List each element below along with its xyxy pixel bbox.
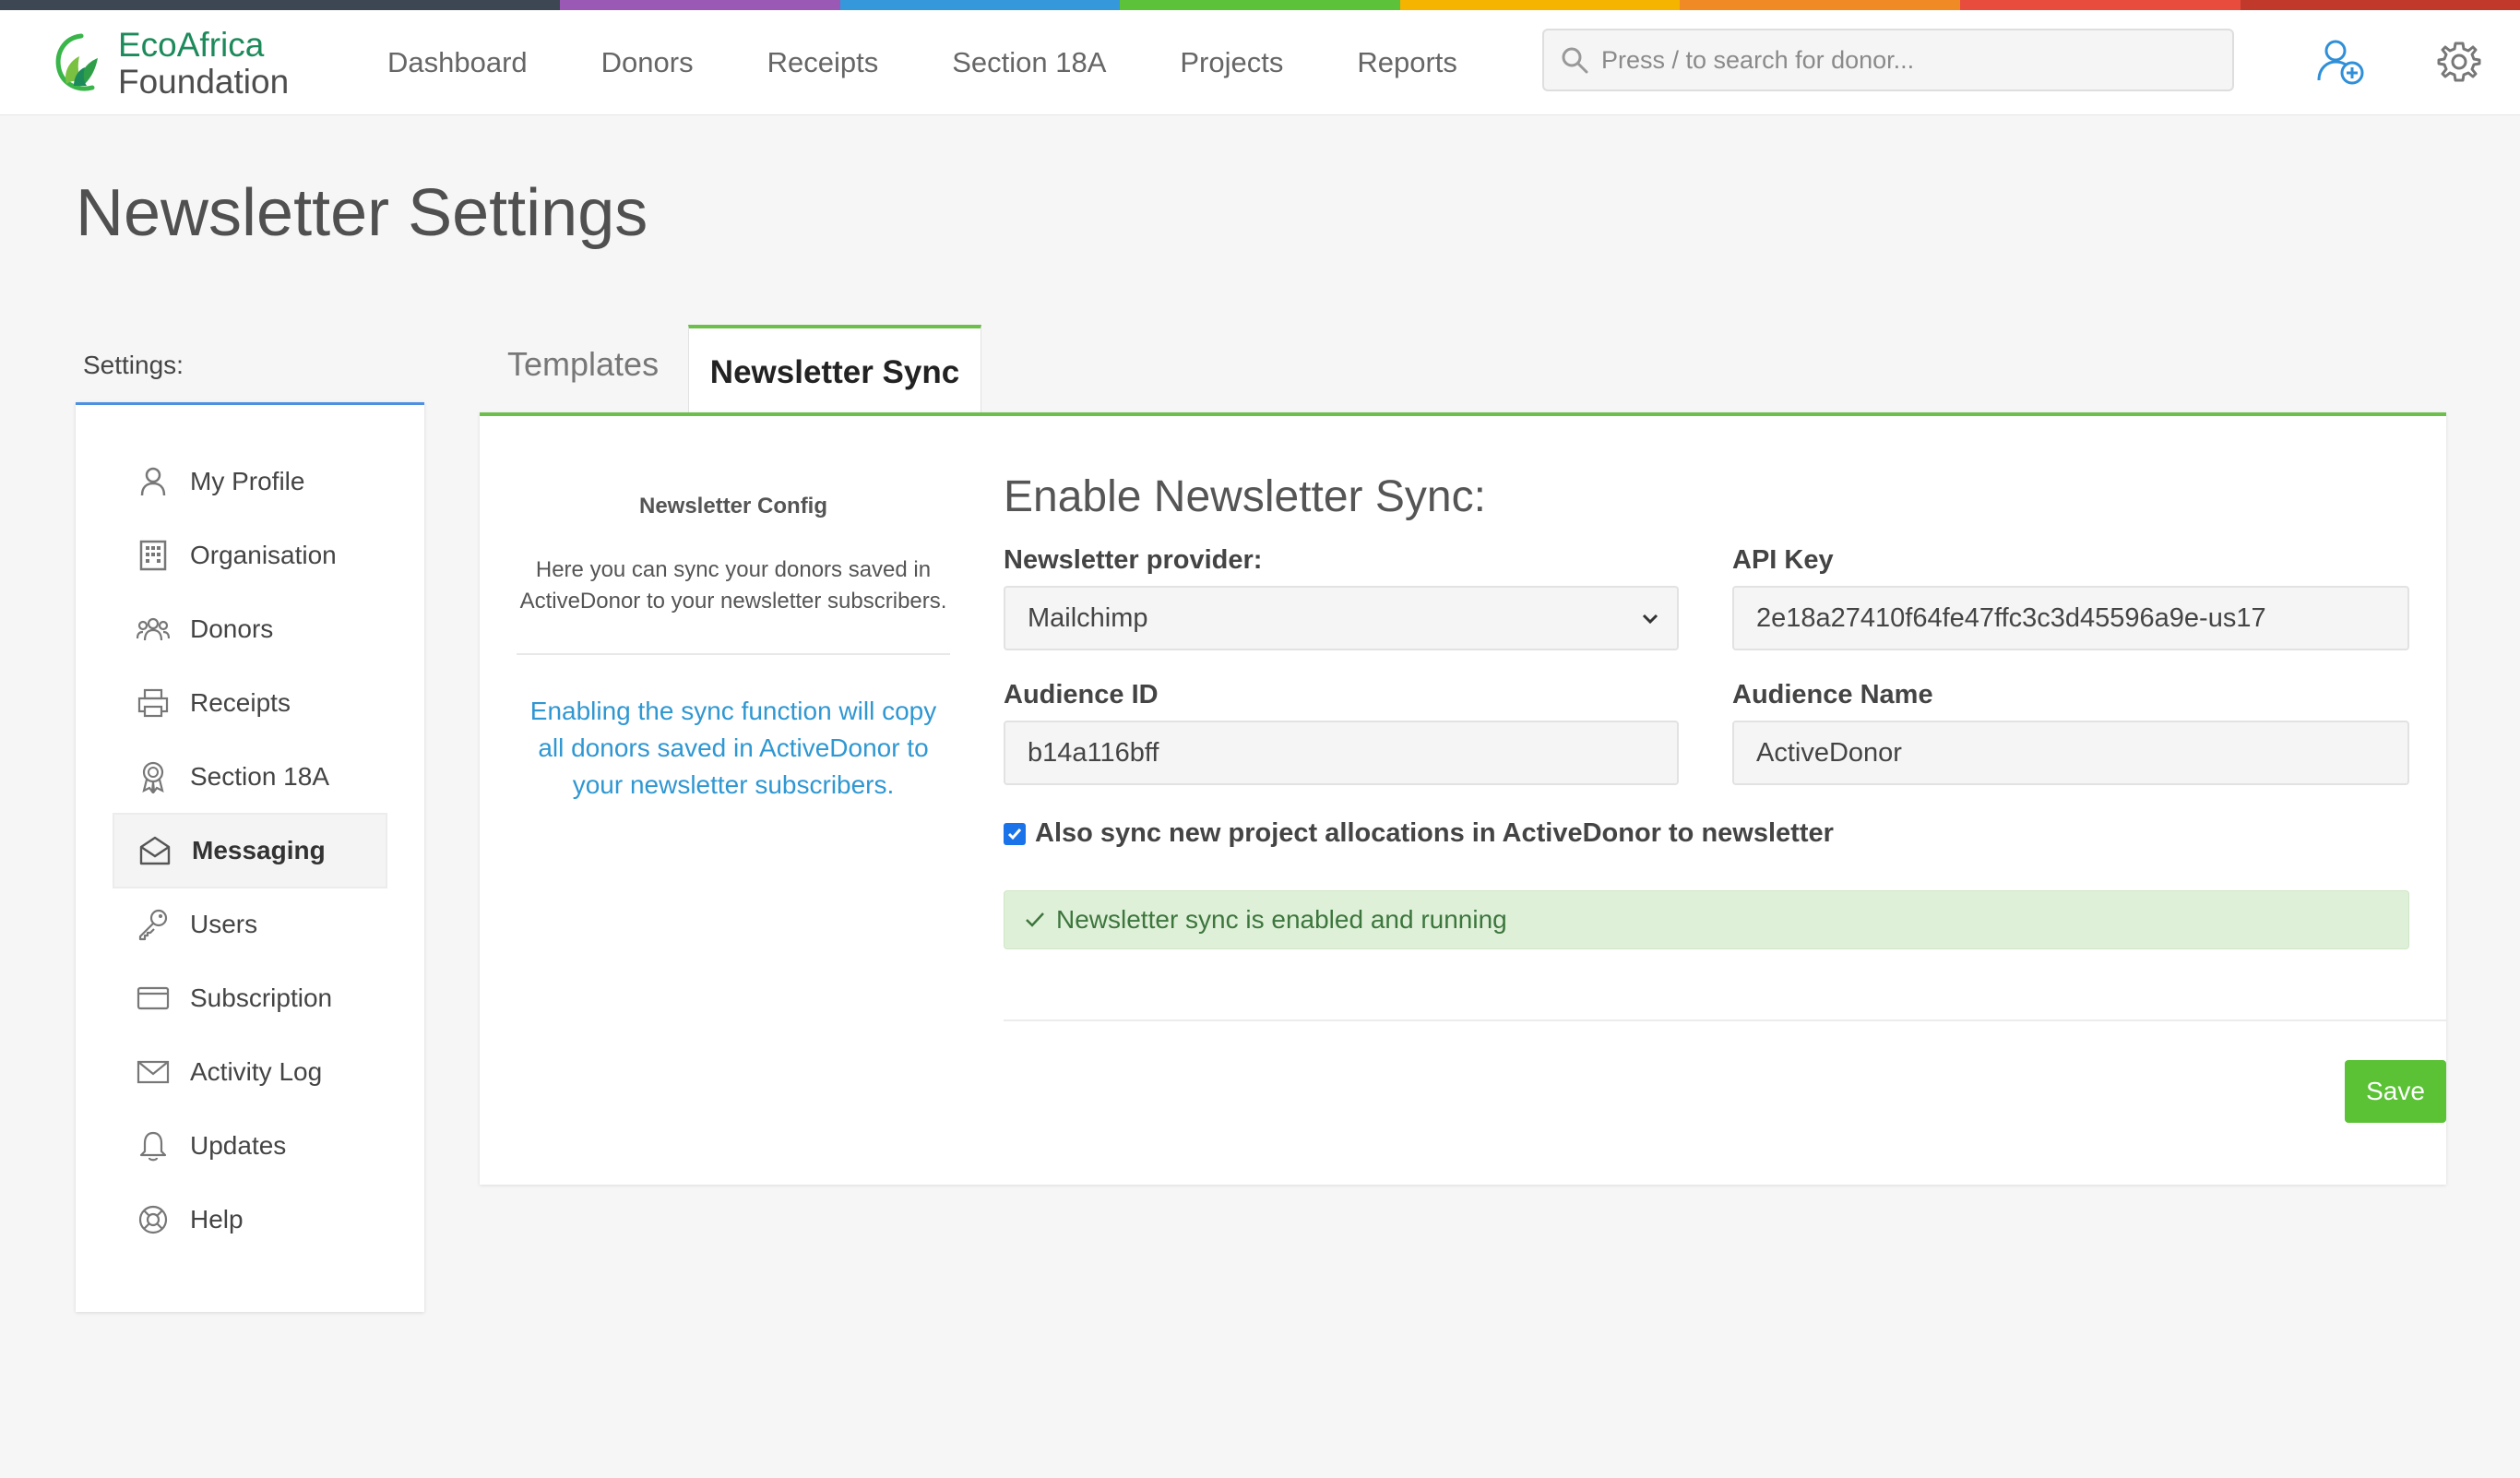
config-note: Enabling the sync function will copy all… [529, 697, 937, 799]
brand-logo[interactable]: EcoAfrica Foundation [46, 27, 289, 101]
sidebar-item-activity-log[interactable]: Activity Log [113, 1034, 387, 1110]
nav-receipts[interactable]: Receipts [767, 46, 879, 79]
top-color-bar [0, 0, 2520, 10]
sidebar-item-help[interactable]: Help [113, 1182, 387, 1257]
config-divider [517, 653, 950, 655]
audience-name-field[interactable]: ActiveDonor [1732, 721, 2409, 785]
sync-status-text: Newsletter sync is enabled and running [1056, 905, 1507, 934]
chevron-down-icon [1642, 614, 1658, 625]
sidebar-item-organisation[interactable]: Organisation [113, 518, 387, 593]
tab-newsletter-sync[interactable]: Newsletter Sync [688, 325, 981, 417]
form-divider [1004, 1019, 2446, 1021]
api-key-value: 2e18a27410f64fe47ffc3c3d45596a9e-us17 [1756, 602, 2266, 633]
api-key-field[interactable]: 2e18a27410f64fe47ffc3c3d45596a9e-us17 [1732, 586, 2409, 650]
sidebar-item-label: Subscription [190, 983, 333, 1012]
newsletter-sync-panel: Newsletter Config Here you can sync your… [480, 412, 2446, 1185]
brand-name-line2: Foundation [118, 63, 290, 101]
key-icon [138, 909, 168, 941]
page-title: Newsletter Settings [76, 176, 648, 250]
checkmark-icon [1007, 828, 1022, 840]
audience-name-label: Audience Name [1732, 680, 1933, 709]
sidebar-item-label: Updates [190, 1131, 287, 1160]
credit-card-icon [137, 986, 170, 1010]
api-key-label: API Key [1732, 545, 1834, 575]
envelope-icon [137, 1060, 170, 1084]
config-title: Newsletter Config [638, 494, 828, 518]
add-user-icon[interactable] [2315, 36, 2367, 88]
users-group-icon [137, 617, 170, 641]
sidebar-item-label: Users [190, 910, 258, 938]
provider-label: Newsletter provider: [1004, 545, 1263, 575]
sidebar-item-donors[interactable]: Donors [113, 591, 387, 667]
donor-search[interactable] [1542, 29, 2234, 91]
bell-icon [139, 1131, 167, 1162]
settings-label: Settings: [83, 351, 184, 379]
search-icon [1562, 47, 1588, 74]
settings-sidebar: My Profile Organisation Donors Receipts … [76, 402, 424, 1312]
form-title: Enable Newsletter Sync: [1004, 472, 1486, 521]
audience-id-field[interactable]: b14a116bff [1004, 721, 1679, 785]
main-nav: Dashboard Donors Receipts Section 18A Pr… [387, 10, 1531, 115]
brand-name-line1: EcoAfrica [118, 26, 265, 64]
sidebar-item-label: Activity Log [190, 1057, 323, 1086]
sidebar-item-section-18a[interactable]: Section 18A [113, 739, 387, 815]
provider-select-value: Mailchimp [1028, 602, 1148, 633]
gear-icon[interactable] [2437, 40, 2481, 84]
sync-projects-checkbox[interactable] [1004, 822, 1026, 845]
sidebar-item-label: Donors [190, 614, 274, 643]
nav-section-18a[interactable]: Section 18A [952, 46, 1106, 79]
audience-id-value: b14a116bff [1028, 737, 1159, 768]
sidebar-item-updates[interactable]: Updates [113, 1108, 387, 1184]
nav-donors[interactable]: Donors [601, 46, 694, 79]
config-description: Here you can sync your donors saved in A… [519, 557, 947, 614]
sidebar-item-label: Messaging [192, 836, 326, 864]
nav-reports[interactable]: Reports [1357, 46, 1457, 79]
printer-icon [137, 688, 169, 718]
award-icon [142, 761, 164, 793]
sidebar-item-label: Receipts [190, 688, 291, 717]
nav-projects[interactable]: Projects [1180, 46, 1283, 79]
sync-status-alert: Newsletter sync is enabled and running [1004, 890, 2409, 949]
tab-templates[interactable]: Templates [507, 345, 659, 384]
sidebar-item-users[interactable]: Users [113, 887, 387, 962]
sidebar-item-label: Help [190, 1205, 244, 1234]
sidebar-item-subscription[interactable]: Subscription [113, 960, 387, 1036]
user-icon [140, 467, 166, 496]
envelope-open-icon [139, 836, 171, 865]
audience-id-label: Audience ID [1004, 680, 1159, 709]
leaf-logo-icon [55, 33, 98, 91]
sidebar-item-label: My Profile [190, 467, 305, 495]
search-input[interactable] [1601, 45, 2192, 75]
sidebar-item-label: Section 18A [190, 762, 329, 791]
nav-dashboard[interactable]: Dashboard [387, 46, 528, 79]
sync-projects-option[interactable]: Also sync new project allocations in Act… [1004, 818, 1834, 849]
save-button[interactable]: Save [2345, 1060, 2446, 1123]
provider-select[interactable]: Mailchimp [1004, 586, 1679, 650]
sidebar-item-label: Organisation [190, 541, 337, 569]
audience-name-value: ActiveDonor [1756, 737, 1902, 768]
sidebar-item-messaging[interactable]: Messaging [113, 813, 387, 888]
top-navbar: EcoAfrica Foundation Dashboard Donors Re… [0, 10, 2520, 115]
check-icon [1026, 912, 1044, 927]
building-icon [139, 540, 167, 571]
sync-projects-label: Also sync new project allocations in Act… [1035, 818, 1834, 848]
lifebuoy-icon [138, 1205, 168, 1234]
sidebar-item-my-profile[interactable]: My Profile [113, 444, 387, 519]
sidebar-item-receipts[interactable]: Receipts [113, 665, 387, 741]
